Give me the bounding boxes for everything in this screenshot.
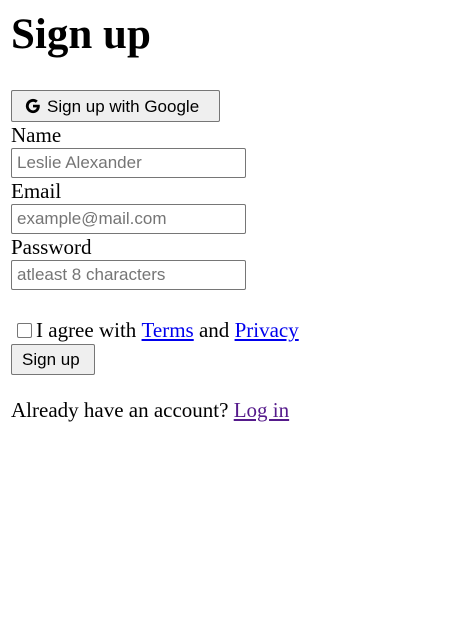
agree-checkbox[interactable] [17, 322, 32, 338]
password-input[interactable] [11, 260, 246, 290]
agree-prefix-text: I agree with [36, 318, 137, 342]
google-signup-label: Sign up with Google [47, 96, 200, 116]
page-title: Sign up [11, 11, 151, 58]
signup-submit-button[interactable]: Sign up [11, 344, 95, 375]
login-prompt: Already have an account? Log in [11, 398, 289, 422]
login-link[interactable]: Log in [234, 398, 289, 422]
email-label: Email [11, 179, 62, 203]
google-icon [24, 97, 42, 115]
password-label: Password [11, 235, 92, 259]
email-input[interactable] [11, 204, 246, 234]
agree-and-text: and [198, 318, 230, 342]
google-signup-button[interactable]: Sign up with Google [11, 90, 220, 122]
privacy-link[interactable]: Privacy [235, 318, 299, 342]
terms-agreement: I agree with Terms and Privacy [11, 318, 299, 342]
login-prompt-text: Already have an account? [11, 398, 229, 422]
name-input[interactable] [11, 148, 246, 178]
name-label: Name [11, 123, 62, 147]
terms-link[interactable]: Terms [142, 318, 194, 342]
